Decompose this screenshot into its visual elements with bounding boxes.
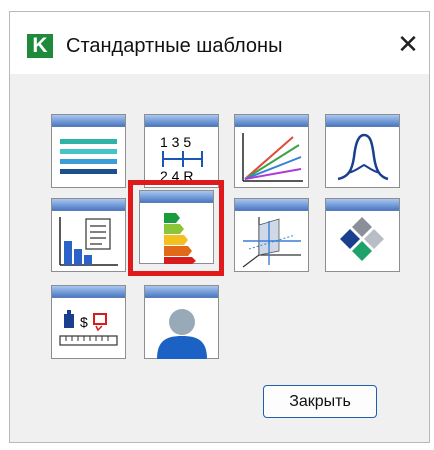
tile-header (140, 191, 213, 203)
template-tile-line-chart[interactable] (234, 114, 309, 188)
gear-labels-top: 1 3 5 (160, 134, 191, 150)
3d-axes-icon (242, 217, 301, 268)
bar-report-icon (59, 217, 118, 266)
template-tile-person[interactable] (144, 285, 219, 359)
measure-icon: $ (59, 310, 118, 346)
energy-rating-icon (164, 213, 196, 264)
line-chart-icon (242, 133, 303, 182)
tile-header (235, 199, 308, 211)
template-tile-measure[interactable]: $ (51, 285, 126, 359)
tile-header (145, 115, 218, 127)
template-tile-colored-lines[interactable] (51, 114, 126, 188)
gear-shift-icon: 1 3 5 2 4 R (160, 134, 203, 184)
template-tile-bar-report[interactable] (51, 198, 126, 272)
title-bar: K Стандартные шаблоны ✕ (10, 12, 429, 74)
app-logo-icon: K (27, 34, 53, 58)
tile-header (235, 115, 308, 127)
tile-header (326, 115, 399, 127)
currency-symbol: $ (80, 314, 88, 330)
gear-labels-bottom: 2 4 R (160, 168, 193, 184)
template-tile-3d-axes[interactable] (234, 198, 309, 272)
colored-lines-icon (60, 139, 117, 174)
template-tile-gear-shift[interactable]: 1 3 5 2 4 R (144, 114, 219, 188)
tile-header (145, 286, 218, 298)
tile-header (326, 199, 399, 211)
dialog-title: Стандартные шаблоны (66, 35, 283, 57)
bell-curve-icon (337, 133, 389, 181)
template-tile-bell-curve[interactable] (325, 114, 400, 188)
tile-header (52, 286, 125, 298)
tile-header (52, 115, 125, 127)
tile-header (52, 199, 125, 211)
close-icon[interactable]: ✕ (394, 30, 422, 58)
person-icon (157, 309, 207, 359)
diamond-grid-icon (340, 217, 384, 261)
template-tile-diamond-grid[interactable] (325, 198, 400, 272)
template-tile-energy-rating[interactable] (139, 190, 214, 264)
close-button[interactable]: Закрыть (263, 385, 377, 418)
